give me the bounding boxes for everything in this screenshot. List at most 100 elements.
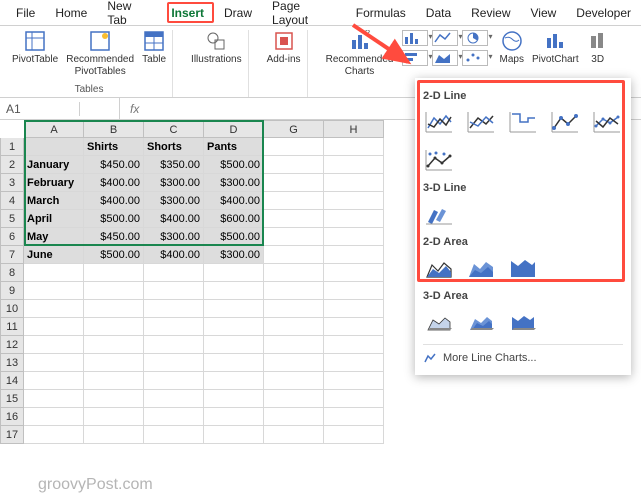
row-9[interactable]: 9 — [0, 282, 24, 300]
tab-view[interactable]: View — [521, 1, 567, 25]
cell[interactable] — [24, 372, 84, 390]
btn-scatter-chart[interactable] — [462, 50, 488, 66]
cell[interactable]: May — [24, 228, 84, 246]
cell[interactable]: $400.00 — [204, 192, 264, 210]
cell[interactable] — [264, 264, 324, 282]
cell[interactable] — [264, 426, 324, 444]
tab-draw[interactable]: Draw — [214, 1, 262, 25]
cell[interactable]: $500.00 — [204, 156, 264, 174]
cell[interactable] — [84, 282, 144, 300]
cell[interactable]: $300.00 — [204, 174, 264, 192]
row-16[interactable]: 16 — [0, 408, 24, 426]
cell[interactable] — [144, 408, 204, 426]
cell[interactable] — [144, 390, 204, 408]
cell[interactable]: $500.00 — [84, 246, 144, 264]
cell[interactable]: April — [24, 210, 84, 228]
cell[interactable] — [264, 390, 324, 408]
cell[interactable]: $300.00 — [144, 192, 204, 210]
cell[interactable] — [84, 408, 144, 426]
row-13[interactable]: 13 — [0, 354, 24, 372]
cell[interactable] — [324, 372, 384, 390]
area-chart-type-3[interactable] — [507, 254, 539, 282]
btn-pie-chart[interactable] — [462, 30, 488, 46]
row-8[interactable]: 8 — [0, 264, 24, 282]
row-17[interactable]: 17 — [0, 426, 24, 444]
tab-pagelayout[interactable]: Page Layout — [262, 0, 346, 32]
cell[interactable] — [24, 138, 84, 156]
row-11[interactable]: 11 — [0, 318, 24, 336]
cell[interactable] — [24, 408, 84, 426]
cell[interactable] — [324, 156, 384, 174]
btn-line-chart[interactable] — [432, 30, 458, 46]
cell[interactable] — [204, 300, 264, 318]
line-chart-type-6[interactable] — [423, 146, 455, 174]
cell[interactable]: $400.00 — [144, 210, 204, 228]
cell[interactable] — [264, 354, 324, 372]
btn-pivottable[interactable]: PivotTable — [12, 30, 58, 66]
cell[interactable] — [324, 408, 384, 426]
row-12[interactable]: 12 — [0, 336, 24, 354]
col-B[interactable]: B — [84, 120, 144, 138]
cell[interactable] — [204, 390, 264, 408]
cell[interactable] — [324, 354, 384, 372]
cell[interactable]: $350.00 — [144, 156, 204, 174]
cell[interactable]: $400.00 — [84, 174, 144, 192]
cell[interactable] — [324, 336, 384, 354]
cell[interactable] — [144, 264, 204, 282]
btn-illustrations[interactable]: Illustrations — [191, 30, 242, 66]
cell[interactable] — [144, 282, 204, 300]
cell[interactable] — [204, 372, 264, 390]
cell[interactable] — [264, 210, 324, 228]
cell[interactable] — [264, 318, 324, 336]
cell[interactable] — [144, 300, 204, 318]
cell[interactable] — [204, 408, 264, 426]
row-15[interactable]: 15 — [0, 390, 24, 408]
cell[interactable]: March — [24, 192, 84, 210]
fx-label[interactable]: fx — [120, 102, 149, 116]
cell[interactable] — [264, 282, 324, 300]
row-14[interactable]: 14 — [0, 372, 24, 390]
btn-area-chart[interactable] — [432, 50, 458, 66]
cell[interactable]: $400.00 — [144, 246, 204, 264]
cell[interactable] — [24, 318, 84, 336]
cell[interactable]: $450.00 — [84, 228, 144, 246]
cell[interactable] — [324, 300, 384, 318]
cell[interactable]: Pants — [204, 138, 264, 156]
cell[interactable] — [204, 264, 264, 282]
line-chart-type-5[interactable] — [591, 108, 623, 136]
cell[interactable] — [24, 264, 84, 282]
cell[interactable] — [264, 138, 324, 156]
cell[interactable]: $300.00 — [204, 246, 264, 264]
col-G[interactable]: G — [264, 120, 324, 138]
cell[interactable] — [84, 426, 144, 444]
cell[interactable] — [204, 318, 264, 336]
cell[interactable] — [264, 246, 324, 264]
tab-insert[interactable]: Insert — [161, 1, 214, 25]
cell[interactable]: $400.00 — [84, 192, 144, 210]
cell[interactable]: $300.00 — [144, 174, 204, 192]
row-3[interactable]: 3 — [0, 174, 24, 192]
cell[interactable] — [24, 390, 84, 408]
cell[interactable]: June — [24, 246, 84, 264]
cell[interactable] — [24, 300, 84, 318]
cell[interactable] — [204, 426, 264, 444]
cell[interactable] — [84, 300, 144, 318]
btn-bar-chart[interactable] — [402, 50, 428, 66]
cell[interactable]: Shorts — [144, 138, 204, 156]
row-2[interactable]: 2 — [0, 156, 24, 174]
cell[interactable] — [24, 354, 84, 372]
col-C[interactable]: C — [144, 120, 204, 138]
cell[interactable] — [324, 210, 384, 228]
cell[interactable] — [84, 318, 144, 336]
btn-addins[interactable]: Add-ins — [267, 30, 301, 66]
btn-recommended-charts[interactable]: ? Recommended Charts — [326, 30, 394, 78]
btn-pivotchart[interactable]: PivotChart — [532, 30, 579, 66]
cell[interactable]: January — [24, 156, 84, 174]
cell[interactable]: $500.00 — [204, 228, 264, 246]
cell[interactable] — [84, 390, 144, 408]
line-chart-type-1[interactable] — [423, 108, 455, 136]
btn-table[interactable]: Table — [142, 30, 166, 66]
row-6[interactable]: 6 — [0, 228, 24, 246]
tab-review[interactable]: Review — [461, 1, 520, 25]
cell[interactable] — [324, 426, 384, 444]
